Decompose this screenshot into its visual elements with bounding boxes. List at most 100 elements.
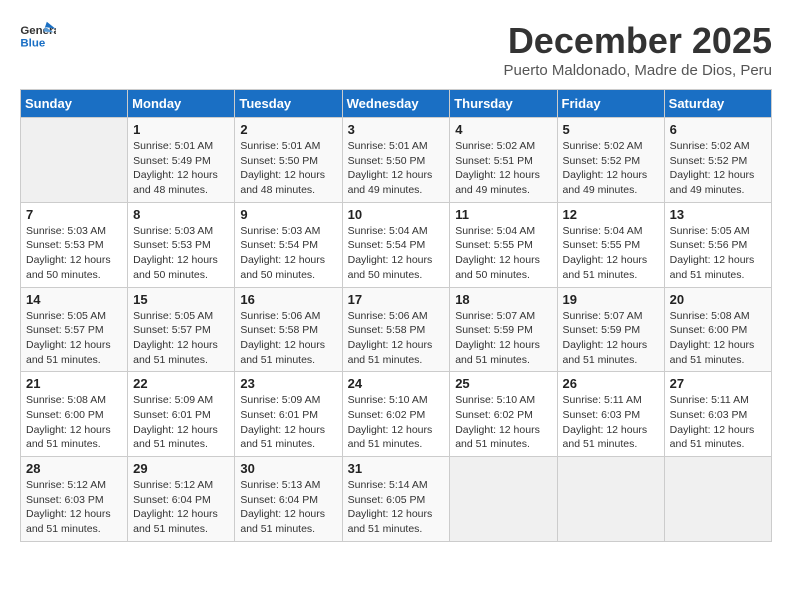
calendar-cell: 18 Sunrise: 5:07 AMSunset: 5:59 PMDayligh…: [450, 287, 557, 372]
day-number: 28: [26, 461, 122, 476]
day-info: Sunrise: 5:05 AMSunset: 5:56 PMDaylight:…: [670, 224, 766, 283]
calendar-cell: 20Sunrise: 5:08 AMSunset: 6:00 PMDayligh…: [664, 287, 771, 372]
calendar-week-row: 14 Sunrise: 5:05 AMSunset: 5:57 PMDayligh…: [21, 287, 772, 372]
day-number: 30: [240, 461, 336, 476]
day-of-week-header: Monday: [128, 90, 235, 118]
calendar-week-row: 7 Sunrise: 5:03 AMSunset: 5:53 PMDaylight…: [21, 202, 772, 287]
day-info: Sunrise: 5:03 AMSunset: 5:53 PMDaylight:…: [26, 224, 122, 283]
day-info: Sunrise: 5:05 AMSunset: 5:57 PMDaylight:…: [26, 309, 122, 368]
day-info: Sunrise: 5:01 AMSunset: 5:50 PMDaylight:…: [348, 139, 445, 198]
calendar-header: SundayMondayTuesdayWednesdayThursdayFrid…: [21, 90, 772, 118]
day-info: Sunrise: 5:02 AMSunset: 5:51 PMDaylight:…: [455, 139, 551, 198]
day-number: 25: [455, 376, 551, 391]
calendar-cell: 6Sunrise: 5:02 AMSunset: 5:52 PMDaylight…: [664, 118, 771, 203]
calendar-cell: 24 Sunrise: 5:10 AMSunset: 6:02 PMDayligh…: [342, 372, 450, 457]
day-info: Sunrise: 5:01 AMSunset: 5:50 PMDaylight:…: [240, 139, 336, 198]
calendar-week-row: 28 Sunrise: 5:12 AMSunset: 6:03 PMDayligh…: [21, 457, 772, 542]
title-block: December 2025 Puerto Maldonado, Madre de…: [504, 20, 772, 79]
day-info: Sunrise: 5:12 AMSunset: 6:03 PMDaylight:…: [26, 478, 122, 537]
calendar-body: 1 Sunrise: 5:01 AMSunset: 5:49 PMDaylight…: [21, 118, 772, 542]
day-number: 26: [563, 376, 659, 391]
calendar-cell: 12 Sunrise: 5:04 AMSunset: 5:55 PMDayligh…: [557, 202, 664, 287]
svg-text:Blue: Blue: [20, 37, 45, 49]
calendar-cell: 9Sunrise: 5:03 AMSunset: 5:54 PMDaylight…: [235, 202, 342, 287]
day-number: 14: [26, 292, 122, 307]
calendar-cell: 4Sunrise: 5:02 AMSunset: 5:51 PMDaylight…: [450, 118, 557, 203]
day-info: Sunrise: 5:10 AMSunset: 6:02 PMDaylight:…: [455, 393, 551, 452]
day-info: Sunrise: 5:02 AMSunset: 5:52 PMDaylight:…: [563, 139, 659, 198]
calendar-cell: 30 Sunrise: 5:13 AMSunset: 6:04 PMDayligh…: [235, 457, 342, 542]
day-info: Sunrise: 5:06 AMSunset: 5:58 PMDaylight:…: [240, 309, 336, 368]
day-of-week-header: Wednesday: [342, 90, 450, 118]
day-number: 9: [240, 207, 336, 222]
day-number: 11: [455, 207, 551, 222]
calendar-cell: 19 Sunrise: 5:07 AMSunset: 5:59 PMDayligh…: [557, 287, 664, 372]
logo: General Blue: [20, 20, 56, 50]
day-number: 23: [240, 376, 336, 391]
day-info: Sunrise: 5:04 AMSunset: 5:55 PMDaylight:…: [563, 224, 659, 283]
day-info: Sunrise: 5:07 AMSunset: 5:59 PMDaylight:…: [563, 309, 659, 368]
calendar-cell: 31 Sunrise: 5:14 AMSunset: 6:05 PMDayligh…: [342, 457, 450, 542]
calendar-cell: 14 Sunrise: 5:05 AMSunset: 5:57 PMDayligh…: [21, 287, 128, 372]
day-number: 6: [670, 122, 766, 137]
calendar-cell: 7 Sunrise: 5:03 AMSunset: 5:53 PMDaylight…: [21, 202, 128, 287]
calendar-cell: 3Sunrise: 5:01 AMSunset: 5:50 PMDaylight…: [342, 118, 450, 203]
day-number: 31: [348, 461, 445, 476]
day-info: Sunrise: 5:06 AMSunset: 5:58 PMDaylight:…: [348, 309, 445, 368]
day-of-week-header: Thursday: [450, 90, 557, 118]
day-number: 5: [563, 122, 659, 137]
calendar-cell: 5 Sunrise: 5:02 AMSunset: 5:52 PMDaylight…: [557, 118, 664, 203]
calendar-cell: 11 Sunrise: 5:04 AMSunset: 5:55 PMDayligh…: [450, 202, 557, 287]
calendar-cell: 17 Sunrise: 5:06 AMSunset: 5:58 PMDayligh…: [342, 287, 450, 372]
calendar-cell: 21Sunrise: 5:08 AMSunset: 6:00 PMDayligh…: [21, 372, 128, 457]
calendar-cell: 10 Sunrise: 5:04 AMSunset: 5:54 PMDayligh…: [342, 202, 450, 287]
calendar-table: SundayMondayTuesdayWednesdayThursdayFrid…: [20, 89, 772, 542]
day-number: 20: [670, 292, 766, 307]
day-of-week-header: Friday: [557, 90, 664, 118]
day-info: Sunrise: 5:11 AMSunset: 6:03 PMDaylight:…: [563, 393, 659, 452]
day-number: 7: [26, 207, 122, 222]
day-number: 1: [133, 122, 229, 137]
day-info: Sunrise: 5:01 AMSunset: 5:49 PMDaylight:…: [133, 139, 229, 198]
logo-icon: General Blue: [20, 20, 56, 50]
day-of-week-header: Sunday: [21, 90, 128, 118]
day-number: 17: [348, 292, 445, 307]
calendar-cell: 26 Sunrise: 5:11 AMSunset: 6:03 PMDayligh…: [557, 372, 664, 457]
calendar-cell: 16Sunrise: 5:06 AMSunset: 5:58 PMDayligh…: [235, 287, 342, 372]
day-info: Sunrise: 5:12 AMSunset: 6:04 PMDaylight:…: [133, 478, 229, 537]
day-number: 8: [133, 207, 229, 222]
day-number: 2: [240, 122, 336, 137]
page-header: General Blue December 2025 Puerto Maldon…: [20, 20, 772, 79]
day-number: 19: [563, 292, 659, 307]
day-of-week-header: Tuesday: [235, 90, 342, 118]
day-info: Sunrise: 5:13 AMSunset: 6:04 PMDaylight:…: [240, 478, 336, 537]
day-info: Sunrise: 5:09 AMSunset: 6:01 PMDaylight:…: [240, 393, 336, 452]
calendar-cell: 28 Sunrise: 5:12 AMSunset: 6:03 PMDayligh…: [21, 457, 128, 542]
calendar-cell: 27Sunrise: 5:11 AMSunset: 6:03 PMDayligh…: [664, 372, 771, 457]
day-info: Sunrise: 5:10 AMSunset: 6:02 PMDaylight:…: [348, 393, 445, 452]
calendar-cell: 25 Sunrise: 5:10 AMSunset: 6:02 PMDayligh…: [450, 372, 557, 457]
header-row: SundayMondayTuesdayWednesdayThursdayFrid…: [21, 90, 772, 118]
calendar-cell: 13 Sunrise: 5:05 AMSunset: 5:56 PMDayligh…: [664, 202, 771, 287]
day-number: 21: [26, 376, 122, 391]
calendar-cell: [557, 457, 664, 542]
day-number: 24: [348, 376, 445, 391]
calendar-cell: 29 Sunrise: 5:12 AMSunset: 6:04 PMDayligh…: [128, 457, 235, 542]
calendar-cell: 8Sunrise: 5:03 AMSunset: 5:53 PMDaylight…: [128, 202, 235, 287]
day-number: 13: [670, 207, 766, 222]
day-info: Sunrise: 5:04 AMSunset: 5:55 PMDaylight:…: [455, 224, 551, 283]
month-title: December 2025: [504, 20, 772, 62]
calendar-cell: 22Sunrise: 5:09 AMSunset: 6:01 PMDayligh…: [128, 372, 235, 457]
day-info: Sunrise: 5:05 AMSunset: 5:57 PMDaylight:…: [133, 309, 229, 368]
calendar-week-row: 21Sunrise: 5:08 AMSunset: 6:00 PMDayligh…: [21, 372, 772, 457]
day-info: Sunrise: 5:11 AMSunset: 6:03 PMDaylight:…: [670, 393, 766, 452]
day-number: 12: [563, 207, 659, 222]
day-number: 15: [133, 292, 229, 307]
day-info: Sunrise: 5:14 AMSunset: 6:05 PMDaylight:…: [348, 478, 445, 537]
calendar-cell: [664, 457, 771, 542]
day-number: 10: [348, 207, 445, 222]
day-info: Sunrise: 5:04 AMSunset: 5:54 PMDaylight:…: [348, 224, 445, 283]
day-info: Sunrise: 5:07 AMSunset: 5:59 PMDaylight:…: [455, 309, 551, 368]
day-number: 29: [133, 461, 229, 476]
day-number: 18: [455, 292, 551, 307]
